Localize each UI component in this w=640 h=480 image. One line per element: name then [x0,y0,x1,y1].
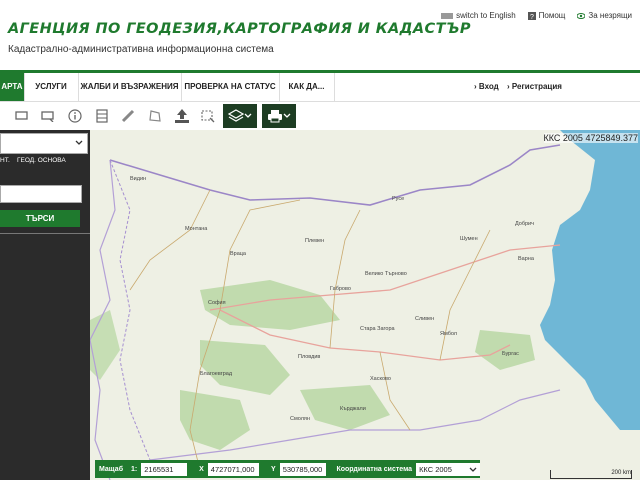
map-view[interactable]: Варна Бургас София Пловдив Русе Плевен С… [90,130,640,480]
y-coordinate-input[interactable]: 530785,000 [279,462,327,476]
tab-geodetic-base[interactable]: ГЕОД. ОСНОВА [17,157,66,164]
search-button[interactable]: ТЪРСИ [0,210,80,227]
city-label-yambol: Ямбол [440,331,457,337]
city-label-dobrich: Добрич [515,221,534,227]
city-label-plovdiv: Пловдив [298,354,320,360]
system-subtitle: Кадастрално-административна информационн… [8,44,274,55]
agency-title: АГЕНЦИЯ ПО ГЕОДЕЗИЯ,КАРТОГРАФИЯ И КАДАСТ… [8,21,471,37]
scale-bar-label: 200 km [611,470,631,476]
city-label-sliven: Сливен [415,316,434,322]
english-link[interactable]: switch to English [441,11,516,20]
info-tool[interactable] [63,104,87,128]
ruler-icon [121,109,135,123]
login-link[interactable]: › Вход [474,73,499,101]
city-label-blagoevgrad: Благоевград [200,371,233,377]
layers-button[interactable] [223,104,257,128]
english-link-label: switch to English [456,11,516,20]
city-label-montana: Монтана [185,226,208,232]
city-label-veliko-tarnovo: Велико Търново [365,271,407,277]
map-toolbar [0,102,640,131]
city-label-kardzhali: Кърджали [340,406,366,412]
city-label-burgas: Бургас [502,351,519,357]
nav-status-check[interactable]: ПРОВЕРКА НА СТАТУС [181,73,280,101]
chevron-down-icon [244,113,252,118]
printer-icon [268,110,282,123]
polygon-select-icon [41,111,54,122]
deselect-icon [201,110,215,123]
rectangle-select-tool[interactable] [10,104,34,128]
city-label-stara-zagora: Стара Загора [360,326,396,332]
city-label-ruse: Русе [392,196,404,202]
map-statusbar: Мащаб 1: 2165531 X 4727071,000 Y 530785,… [95,460,481,478]
scale-input[interactable]: 2165531 [141,462,188,476]
layers-icon [228,109,244,122]
upload-icon [175,109,189,123]
help-link[interactable]: ? Помощ [527,11,566,20]
city-label-vidin: Видин [130,176,146,182]
y-label: Y [271,465,276,473]
city-label-sofia: София [208,300,226,306]
main-navigation: АРТА УСЛУГИ ЖАЛБИ И ВЪЗРАЖЕНИЯ ПРОВЕРКА … [0,73,640,102]
print-button[interactable] [262,104,296,128]
upload-tool[interactable] [170,104,194,128]
tab-cadastre[interactable]: НТ. [0,157,10,164]
search-sidebar: НТ. ГЕОД. ОСНОВА ТЪРСИ [0,130,90,480]
crs-select-value: ККС 2005 [419,464,452,474]
svg-text:?: ? [530,14,534,20]
top-links: switch to English ? Помощ За незрящи [441,11,632,20]
coordinate-readout: ККС 2005 4725849.377 [543,133,638,143]
nav-complaints[interactable]: ЖАЛБИ И ВЪЗРАЖЕНИЯ [78,73,182,101]
register-label: Регистрация [511,82,562,91]
search-input[interactable] [0,185,82,203]
nav-services[interactable]: УСЛУГИ [24,73,79,101]
city-label-smolyan: Смолян [290,416,310,422]
scale-prefix: 1: [131,465,138,473]
crs-select[interactable]: ККС 2005 [416,462,481,476]
map-scale-bar: 200 km [550,470,632,479]
info-icon [68,109,82,123]
ruler-tool[interactable] [116,104,140,128]
city-label-pleven: Плевен [305,238,324,244]
city-label-gabrovo: Габрово [330,286,351,292]
register-link[interactable]: › Регистрация [507,73,562,101]
city-label-varna: Варна [518,256,535,262]
map-canvas: Варна Бургас София Пловдив Русе Плевен С… [90,130,640,480]
scale-label: Мащаб [99,465,124,473]
deselect-tool[interactable] [196,104,220,128]
crs-label: Координатна система [336,465,413,473]
polygon-select-tool[interactable] [36,104,60,128]
login-label: Вход [478,82,499,91]
help-icon: ? [527,11,536,20]
polygon-icon [149,110,161,122]
visually-impaired-link[interactable]: За незрящи [577,11,632,20]
help-link-label: Помощ [538,11,566,20]
city-label-haskovo: Хасково [370,376,391,382]
globe-icon [441,12,454,19]
nav-how-to[interactable]: КАК ДА... [279,73,335,101]
city-label-shumen: Шумен [460,236,478,242]
header: АГЕНЦИЯ ПО ГЕОДЕЗИЯ,КАРТОГРАФИЯ И КАДАСТ… [0,0,640,70]
polygon-tool[interactable] [143,104,167,128]
measure-area-tool[interactable] [90,104,114,128]
sidebar-divider [0,233,90,234]
city-label-vratsa: Враца [230,251,247,257]
chevron-down-icon [283,113,291,118]
visually-impaired-label: За незрящи [588,11,632,20]
x-label: X [199,465,204,473]
eye-icon [577,12,586,19]
search-type-select[interactable] [0,133,88,154]
chevron-down-icon [469,467,477,472]
nav-map[interactable]: АРТА [0,73,25,101]
chevron-down-icon [75,140,83,145]
measure-area-icon [96,109,108,123]
x-coordinate-input[interactable]: 4727071,000 [207,462,260,476]
sidebar-tabs: НТ. ГЕОД. ОСНОВА [0,157,90,171]
rectangle-select-icon [15,111,28,120]
